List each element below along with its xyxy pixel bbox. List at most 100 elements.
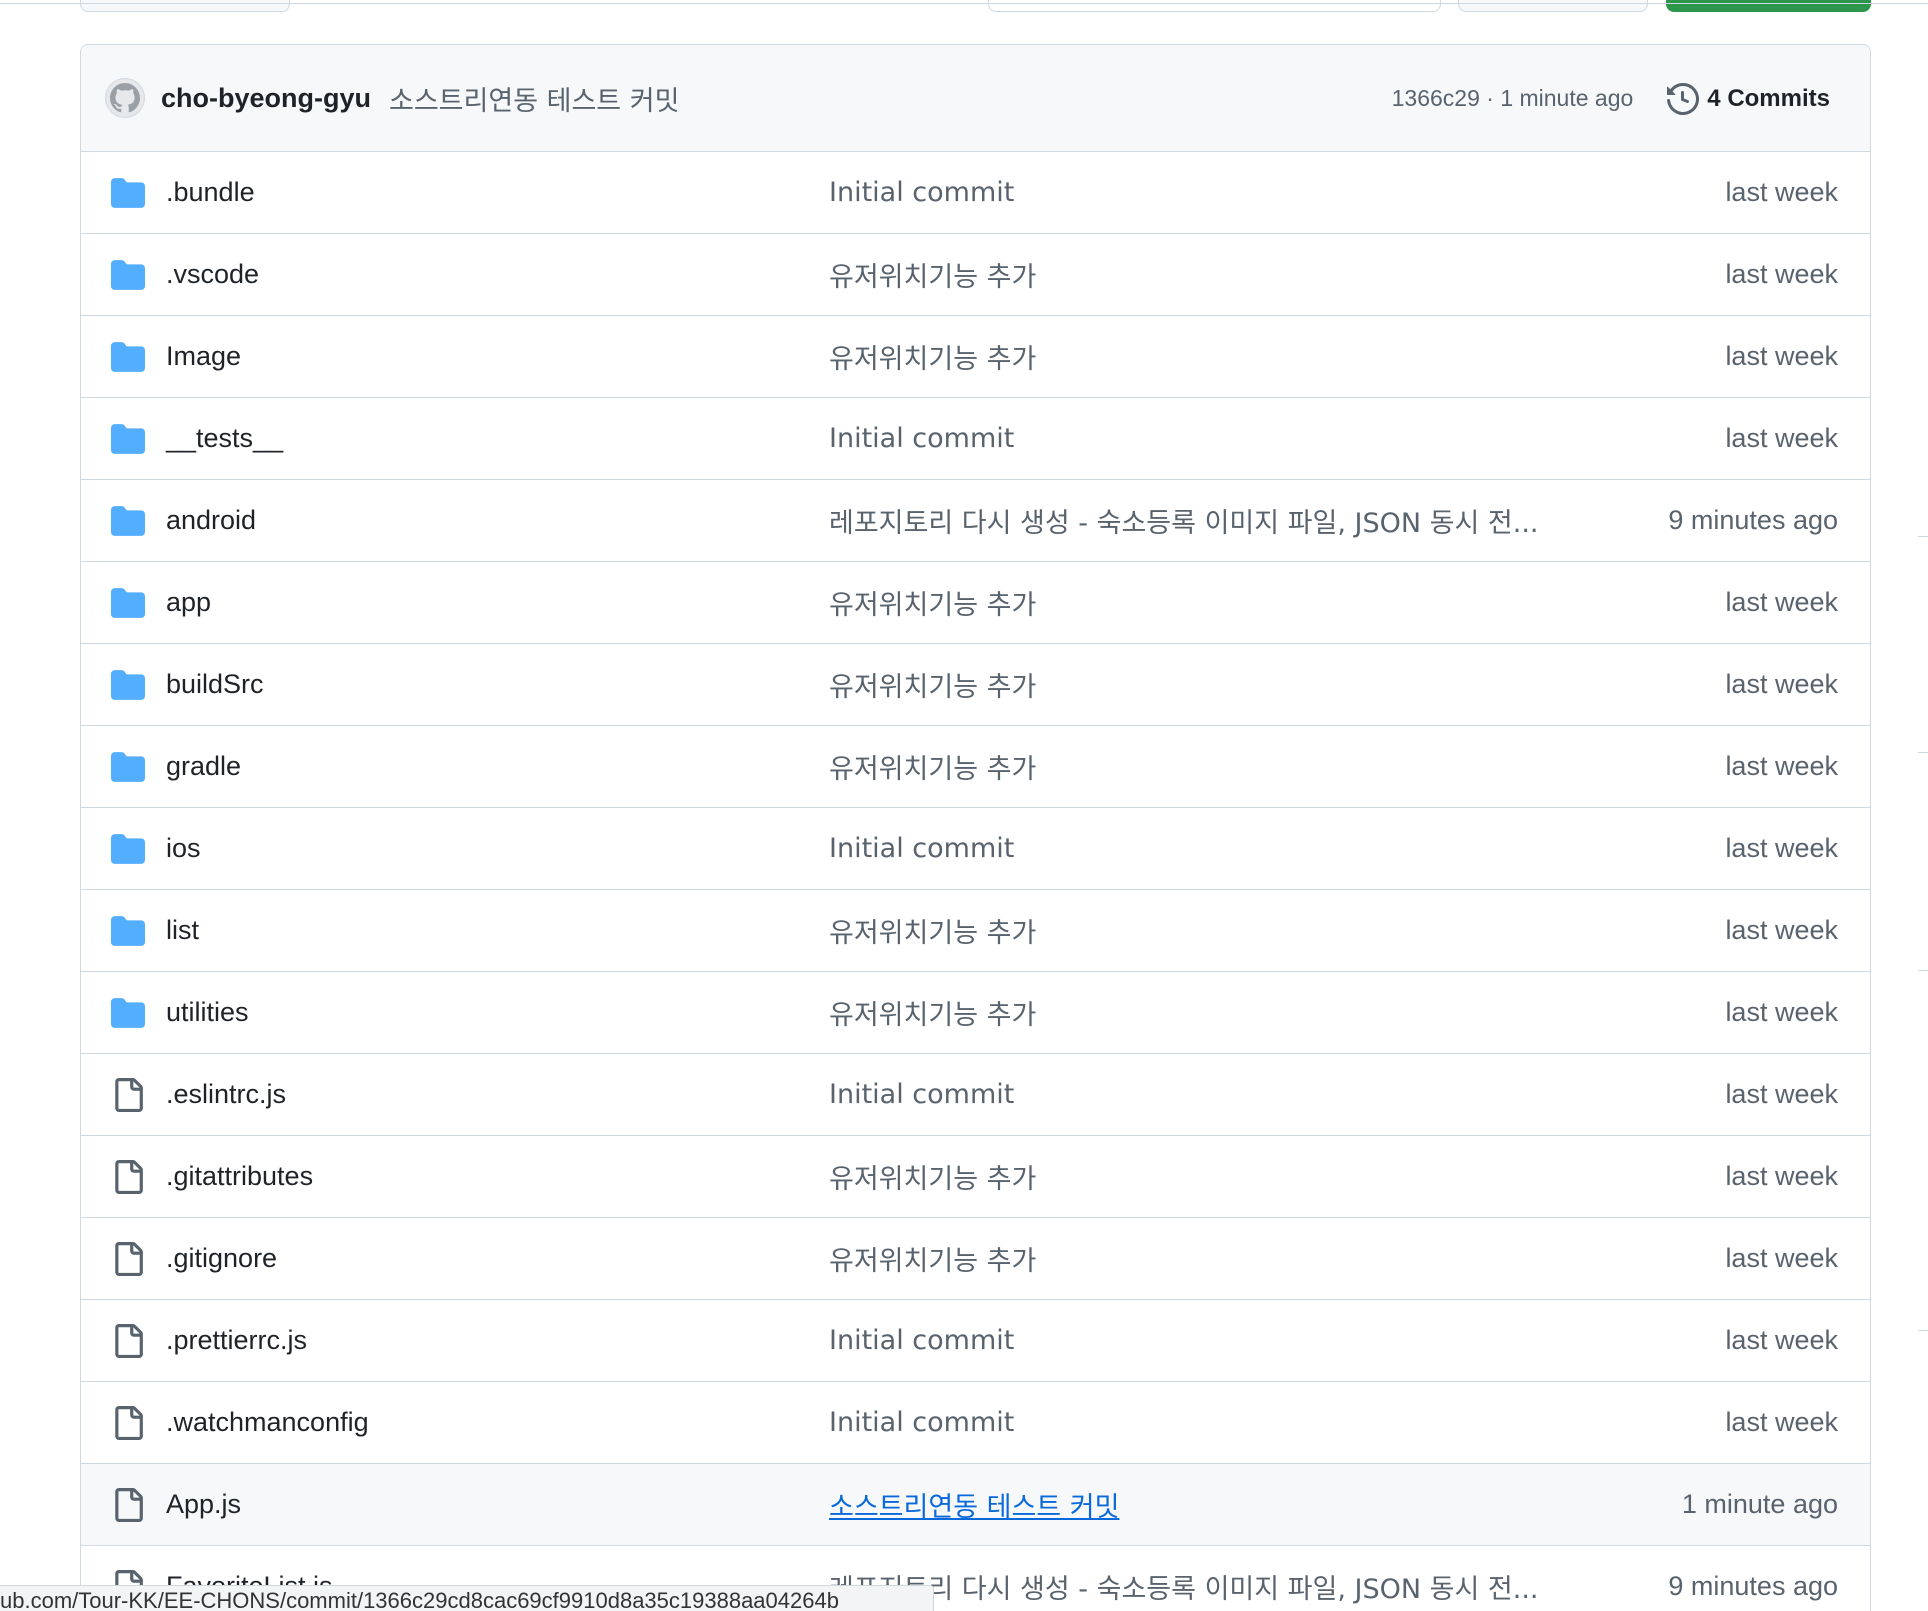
file-commit-message-link[interactable]: Initial commit bbox=[829, 1407, 1619, 1438]
file-name-link[interactable]: .bundle bbox=[166, 177, 255, 208]
file-name-link[interactable]: .watchmanconfig bbox=[166, 1407, 369, 1438]
file-name-link[interactable]: App.js bbox=[166, 1489, 241, 1520]
code-button[interactable] bbox=[1666, 0, 1871, 12]
file-commit-message-link[interactable]: Initial commit bbox=[829, 1325, 1619, 1356]
folder-icon bbox=[111, 424, 145, 454]
file-commit-time: last week bbox=[1725, 751, 1838, 781]
file-name-link[interactable]: .gitignore bbox=[166, 1243, 277, 1274]
file-commit-time: last week bbox=[1725, 833, 1838, 863]
folder-icon bbox=[111, 342, 145, 372]
commit-message-link[interactable]: 소스트리연동 테스트 커밋 bbox=[389, 79, 679, 118]
file-commit-time: last week bbox=[1725, 1243, 1838, 1273]
file-commit-message-link[interactable]: 소스트리연동 테스트 커밋 bbox=[829, 1485, 1619, 1524]
folder-icon bbox=[111, 998, 145, 1028]
file-commit-message-link[interactable]: Initial commit bbox=[829, 833, 1619, 864]
commits-history-link[interactable]: 4 Commits bbox=[1667, 82, 1830, 115]
avatar[interactable] bbox=[105, 78, 145, 118]
file-commit-message-link[interactable]: Initial commit bbox=[829, 423, 1619, 454]
folder-icon bbox=[111, 752, 145, 782]
file-commit-time: last week bbox=[1725, 1407, 1838, 1437]
latest-commit-bar: cho-byeong-gyu 소스트리연동 테스트 커밋 1366c29 · 1… bbox=[81, 45, 1870, 152]
branch-button[interactable] bbox=[80, 0, 290, 12]
github-octocat-icon bbox=[110, 83, 140, 113]
divider bbox=[0, 3, 1928, 4]
commits-count-label: 4 Commits bbox=[1707, 84, 1830, 112]
file-commit-message-link[interactable]: 유저위치기능 추가 bbox=[829, 1239, 1619, 1278]
file-name-link[interactable]: .gitattributes bbox=[166, 1161, 313, 1192]
divider bbox=[1918, 1330, 1928, 1331]
file-row[interactable]: App.js 소스트리연동 테스트 커밋 1 minute ago bbox=[81, 1464, 1870, 1546]
folder-icon bbox=[111, 834, 145, 864]
file-name-link[interactable]: list bbox=[166, 915, 199, 946]
file-commit-message-link[interactable]: 레포지토리 다시 생성 - 숙소등록 이미지 파일, JSON 동시 전... bbox=[829, 501, 1619, 540]
file-commit-time: last week bbox=[1725, 1161, 1838, 1191]
go-to-file-input[interactable] bbox=[988, 0, 1441, 12]
commit-author-link[interactable]: cho-byeong-gyu bbox=[161, 83, 371, 114]
file-commit-message-link[interactable]: Initial commit bbox=[829, 177, 1619, 208]
file-commit-time: 9 minutes ago bbox=[1668, 1571, 1838, 1601]
file-row[interactable]: list 유저위치기능 추가 last week bbox=[81, 890, 1870, 972]
file-commit-message-link[interactable]: Initial commit bbox=[829, 1079, 1619, 1110]
file-name-link[interactable]: .vscode bbox=[166, 259, 259, 290]
file-row[interactable]: .gitattributes 유저위치기능 추가 last week bbox=[81, 1136, 1870, 1218]
commit-hash-time[interactable]: 1366c29 · 1 minute ago bbox=[1392, 85, 1634, 112]
divider bbox=[1918, 752, 1928, 753]
file-commit-message-link[interactable]: 유저위치기능 추가 bbox=[829, 337, 1619, 376]
top-toolbar bbox=[0, 0, 1928, 14]
file-name-link[interactable]: __tests__ bbox=[166, 423, 283, 454]
add-file-button[interactable] bbox=[1458, 0, 1648, 12]
file-commit-time: last week bbox=[1725, 423, 1838, 453]
file-name-link[interactable]: .eslintrc.js bbox=[166, 1079, 286, 1110]
file-commit-time: last week bbox=[1725, 669, 1838, 699]
link-preview-status-bar: ub.com/Tour-KK/EE-CHONS/commit/1366c29cd… bbox=[0, 1585, 934, 1611]
file-name-link[interactable]: ios bbox=[166, 833, 201, 864]
file-row[interactable]: .vscode 유저위치기능 추가 last week bbox=[81, 234, 1870, 316]
file-commit-message-link[interactable]: 유저위치기능 추가 bbox=[829, 747, 1619, 786]
file-name-link[interactable]: utilities bbox=[166, 997, 249, 1028]
file-row[interactable]: .eslintrc.js Initial commit last week bbox=[81, 1054, 1870, 1136]
file-commit-time: last week bbox=[1725, 1079, 1838, 1109]
file-row[interactable]: .gitignore 유저위치기능 추가 last week bbox=[81, 1218, 1870, 1300]
file-commit-message-link[interactable]: 유저위치기능 추가 bbox=[829, 1157, 1619, 1196]
file-commit-message-link[interactable]: 유저위치기능 추가 bbox=[829, 911, 1619, 950]
file-name-link[interactable]: gradle bbox=[166, 751, 241, 782]
file-name-link[interactable]: app bbox=[166, 587, 211, 618]
page: cho-byeong-gyu 소스트리연동 테스트 커밋 1366c29 · 1… bbox=[0, 0, 1928, 1611]
file-row[interactable]: buildSrc 유저위치기능 추가 last week bbox=[81, 644, 1870, 726]
file-row[interactable]: __tests__ Initial commit last week bbox=[81, 398, 1870, 480]
file-commit-message-link[interactable]: 레포지토리 다시 생성 - 숙소등록 이미지 파일, JSON 동시 전... bbox=[829, 1567, 1619, 1606]
history-icon bbox=[1667, 82, 1700, 115]
file-commit-time: 9 minutes ago bbox=[1668, 505, 1838, 535]
file-icon bbox=[115, 1160, 143, 1194]
file-commit-message-link[interactable]: 유저위치기능 추가 bbox=[829, 993, 1619, 1032]
commit-info: 1366c29 · 1 minute ago 4 Commits bbox=[1392, 45, 1830, 152]
file-name-link[interactable]: android bbox=[166, 505, 256, 536]
file-commit-time: last week bbox=[1725, 177, 1838, 207]
file-name-link[interactable]: buildSrc bbox=[166, 669, 264, 700]
file-name-link[interactable]: .prettierrc.js bbox=[166, 1325, 307, 1356]
folder-icon bbox=[111, 916, 145, 946]
file-commit-time: last week bbox=[1725, 915, 1838, 945]
file-row[interactable]: utilities 유저위치기능 추가 last week bbox=[81, 972, 1870, 1054]
file-commit-message-link[interactable]: 유저위치기능 추가 bbox=[829, 583, 1619, 622]
file-commit-message-link[interactable]: 유저위치기능 추가 bbox=[829, 255, 1619, 294]
file-commit-time: last week bbox=[1725, 997, 1838, 1027]
divider bbox=[1918, 536, 1928, 537]
file-row[interactable]: gradle 유저위치기능 추가 last week bbox=[81, 726, 1870, 808]
file-row[interactable]: android 레포지토리 다시 생성 - 숙소등록 이미지 파일, JSON 동… bbox=[81, 480, 1870, 562]
file-row[interactable]: .prettierrc.js Initial commit last week bbox=[81, 1300, 1870, 1382]
file-commit-time: last week bbox=[1725, 259, 1838, 289]
folder-icon bbox=[111, 588, 145, 618]
file-row[interactable]: Image 유저위치기능 추가 last week bbox=[81, 316, 1870, 398]
folder-icon bbox=[111, 670, 145, 700]
folder-icon bbox=[111, 506, 145, 536]
file-commit-message-link[interactable]: 유저위치기능 추가 bbox=[829, 665, 1619, 704]
file-name-link[interactable]: Image bbox=[166, 341, 241, 372]
status-url: ub.com/Tour-KK/EE-CHONS/commit/1366c29cd… bbox=[0, 1588, 839, 1611]
file-row[interactable]: .bundle Initial commit last week bbox=[81, 152, 1870, 234]
file-row[interactable]: app 유저위치기능 추가 last week bbox=[81, 562, 1870, 644]
file-commit-time: 1 minute ago bbox=[1681, 1489, 1838, 1519]
about-sidebar-clipped bbox=[1918, 0, 1928, 1611]
file-row[interactable]: ios Initial commit last week bbox=[81, 808, 1870, 890]
file-row[interactable]: .watchmanconfig Initial commit last week bbox=[81, 1382, 1870, 1464]
